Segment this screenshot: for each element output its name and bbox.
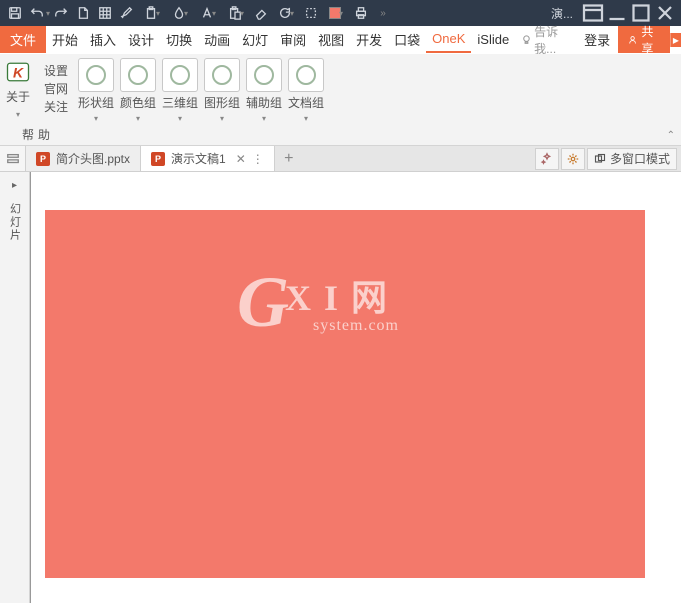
clipboard-dropdown[interactable]: ▾ [138, 6, 166, 20]
menu-tab-start[interactable]: 开始 [46, 26, 84, 53]
watermark: G X I 网 system.com [237, 266, 399, 338]
shape-preset-1[interactable] [78, 58, 114, 92]
shape-preset-4[interactable] [204, 58, 240, 92]
tellme-placeholder: 告诉我... [534, 23, 570, 57]
menu-file[interactable]: 文件 [0, 26, 46, 53]
panel-label: 幻灯片 [7, 203, 23, 242]
workspace: ▸ 幻灯片 G X I 网 system.com [0, 172, 681, 603]
window-controls [581, 1, 677, 25]
minimize-button[interactable] [605, 1, 629, 25]
login-button[interactable]: 登录 [576, 30, 618, 49]
group-labels: 形状组▾ 颜色组▾ 三维组▾ 图形组▾ 辅助组▾ 文档组▾ [74, 92, 328, 126]
menu-tab-animation[interactable]: 动画 [198, 26, 236, 53]
ribbon-collapse-icon[interactable]: ⌃ [667, 130, 675, 141]
svg-text:K: K [13, 64, 24, 80]
new-doc-button[interactable] [72, 2, 94, 24]
new-tab-button[interactable]: + [275, 146, 303, 171]
magic-button[interactable] [535, 148, 559, 170]
group-3d[interactable]: 三维组▾ [162, 96, 198, 126]
group-graphics[interactable]: 图形组▾ [204, 96, 240, 126]
menu-bar: 文件 开始 插入 设计 切换 动画 幻灯 审阅 视图 开发 口袋 OneK iS… [0, 26, 681, 54]
menu-tab-insert[interactable]: 插入 [84, 26, 122, 53]
window-title: 演... [543, 5, 581, 22]
menu-tab-pocket[interactable]: 口袋 [388, 26, 426, 53]
menu-tab-develop[interactable]: 开发 [350, 26, 388, 53]
app-logo-icon: K [4, 58, 32, 86]
menu-tab-transition[interactable]: 切换 [160, 26, 198, 53]
print-button[interactable] [350, 2, 372, 24]
share-label: 共享 [641, 23, 659, 57]
menu-tab-view[interactable]: 视图 [312, 26, 350, 53]
menu-tab-islide[interactable]: iSlide [471, 26, 515, 53]
about-caret-icon: ▾ [16, 106, 20, 124]
doc-tab-2[interactable]: P 演示文稿1 ✕ ⋮ [141, 146, 275, 171]
share-dropdown[interactable]: ▸ [670, 33, 681, 47]
close-tab-icon[interactable]: ✕ [236, 152, 246, 166]
group-document[interactable]: 文档组▾ [288, 96, 324, 126]
expand-panel-icon[interactable]: ▸ [12, 180, 17, 191]
slide[interactable]: G X I 网 system.com [45, 210, 645, 578]
watermark-brand: X I 网 [285, 269, 399, 321]
select-button[interactable] [300, 2, 322, 24]
shape-preset-5[interactable] [246, 58, 282, 92]
shape-gallery [74, 54, 328, 92]
paste-dropdown[interactable]: ▾ [222, 6, 250, 20]
watermark-domain: system.com [313, 317, 399, 335]
powerpoint-icon: P [151, 152, 165, 166]
shape-preset-3[interactable] [162, 58, 198, 92]
multiwindow-label: 多窗口模式 [610, 150, 670, 167]
share-button[interactable]: 共享 [618, 26, 670, 53]
undo-button[interactable] [26, 2, 48, 24]
shape-preset-2[interactable] [120, 58, 156, 92]
slide-panel: ▸ 幻灯片 [0, 172, 30, 603]
menu-tab-onek[interactable]: OneK [426, 26, 471, 53]
tab-list-button[interactable] [0, 146, 26, 171]
title-bar: ▾ ▾ ▾ ▾ ▾ ▾ ▾ » 演... [0, 0, 681, 26]
paint-dropdown[interactable]: ▾ [166, 6, 194, 20]
multiwindow-button[interactable]: 多窗口模式 [587, 148, 677, 170]
close-button[interactable] [653, 1, 677, 25]
person-icon [628, 34, 637, 46]
document-tabs: P 简介头图.pptx P 演示文稿1 ✕ ⋮ + 多窗口模式 [0, 146, 681, 172]
color-swatch-dropdown[interactable]: ▾ [322, 7, 350, 19]
more-tools-icon[interactable]: » [372, 2, 394, 24]
help-label: 帮助 [22, 126, 54, 143]
save-button[interactable] [4, 2, 26, 24]
tab-menu-icon[interactable]: ⋮ [252, 152, 264, 166]
redo-button[interactable] [50, 2, 72, 24]
tellme-search[interactable]: 告诉我... [515, 23, 576, 57]
menu-tab-review[interactable]: 审阅 [274, 26, 312, 53]
windows-icon [594, 153, 606, 165]
doc-tab-1[interactable]: P 简介头图.pptx [26, 146, 141, 171]
group-shapes[interactable]: 形状组▾ [78, 96, 114, 126]
settings-link[interactable]: 设置 [44, 62, 68, 80]
settings-button[interactable] [561, 148, 585, 170]
website-link[interactable]: 官网 [44, 80, 68, 98]
about-label[interactable]: 关于 [6, 88, 30, 106]
ribbon-toggle-button[interactable] [581, 1, 605, 25]
doc-tab-1-name: 简介头图.pptx [56, 150, 130, 167]
menu-tab-slideshow[interactable]: 幻灯 [236, 26, 274, 53]
watermark-logo: G [237, 266, 289, 338]
eraser-button[interactable] [250, 2, 272, 24]
follow-link[interactable]: 关注 [44, 98, 68, 116]
group-colors[interactable]: 颜色组▾ [120, 96, 156, 126]
highlighter-button[interactable] [116, 2, 138, 24]
maximize-button[interactable] [629, 1, 653, 25]
ribbon: K 关于 ▾ 设置 官网 关注 形状组▾ 颜色组▾ 三维组▾ 图形组▾ 辅助组▾ [0, 54, 681, 146]
grid-button[interactable] [94, 2, 116, 24]
bulb-icon [521, 33, 532, 47]
font-dropdown[interactable]: ▾ [194, 6, 222, 20]
powerpoint-icon: P [36, 152, 50, 166]
doc-tab-2-name: 演示文稿1 [171, 150, 226, 167]
group-assist[interactable]: 辅助组▾ [246, 96, 282, 126]
shape-preset-6[interactable] [288, 58, 324, 92]
refresh-dropdown[interactable]: ▾ [272, 6, 300, 20]
canvas-area[interactable]: G X I 网 system.com [30, 172, 681, 603]
menu-tab-design[interactable]: 设计 [122, 26, 160, 53]
